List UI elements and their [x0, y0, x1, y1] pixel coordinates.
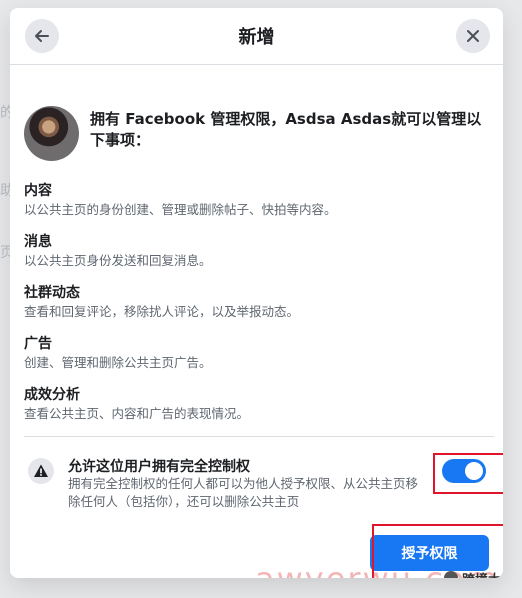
avatar — [24, 106, 79, 161]
permission-item-ads: 广告 创建、管理和删除公共主页广告。 — [24, 335, 479, 371]
warning-icon — [28, 458, 54, 484]
permission-description: 查看公共主页、内容和广告的表现情况。 — [24, 406, 250, 421]
close-button[interactable] — [456, 19, 490, 53]
intro-section: 拥有 Facebook 管理权限，Asdsa Asdas就可以管理以下事项： — [24, 106, 494, 161]
permission-title: 消息 — [24, 234, 52, 250]
permission-item-messages: 消息 以公共主页身份发送和回复消息。 — [24, 233, 479, 269]
intro-text: 拥有 Facebook 管理权限，Asdsa Asdas就可以管理以下事项： — [90, 110, 482, 149]
permission-item-insights: 成效分析 查看公共主页、内容和广告的表现情况。 — [24, 386, 479, 422]
dialog-header: 新增 — [10, 8, 503, 65]
permission-title: 内容 — [24, 183, 52, 199]
permission-description: 创建、管理和删除公共主页广告。 — [24, 355, 212, 370]
add-permission-dialog: 新增 拥有 Facebook 管理权限，Asdsa Asdas就可以管理以下事项… — [10, 8, 503, 578]
permission-title: 社群动态 — [24, 285, 80, 301]
permission-title: 广告 — [24, 336, 52, 352]
wechat-icon — [444, 571, 458, 578]
permission-description: 以公共主页的身份创建、管理或删除帖子、快拍等内容。 — [24, 202, 337, 217]
warning-triangle-icon — [34, 464, 48, 477]
permission-item-community: 社群动态 查看和回复评论，移除扰人评论，以及举报动态。 — [24, 284, 479, 320]
close-icon — [467, 30, 479, 42]
full-control-description: 拥有完全控制权的任何人都可以为他人授予权限、从公共主页移除任何人（包括你），还可… — [68, 476, 419, 509]
toggle-highlight-box — [433, 453, 503, 494]
permission-title: 成效分析 — [24, 387, 80, 403]
full-control-title: 允许这位用户拥有完全控制权 — [68, 459, 250, 475]
permission-description: 以公共主页身份发送和回复消息。 — [24, 253, 212, 268]
divider — [24, 436, 494, 437]
permission-description: 查看和回复评论，移除扰人评论，以及举报动态。 — [24, 304, 300, 319]
watermark-label: 跨境大王 — [462, 569, 503, 578]
permission-item-content: 内容 以公共主页的身份创建、管理或删除帖子、快拍等内容。 — [24, 182, 479, 218]
dialog-title: 新增 — [238, 27, 275, 48]
